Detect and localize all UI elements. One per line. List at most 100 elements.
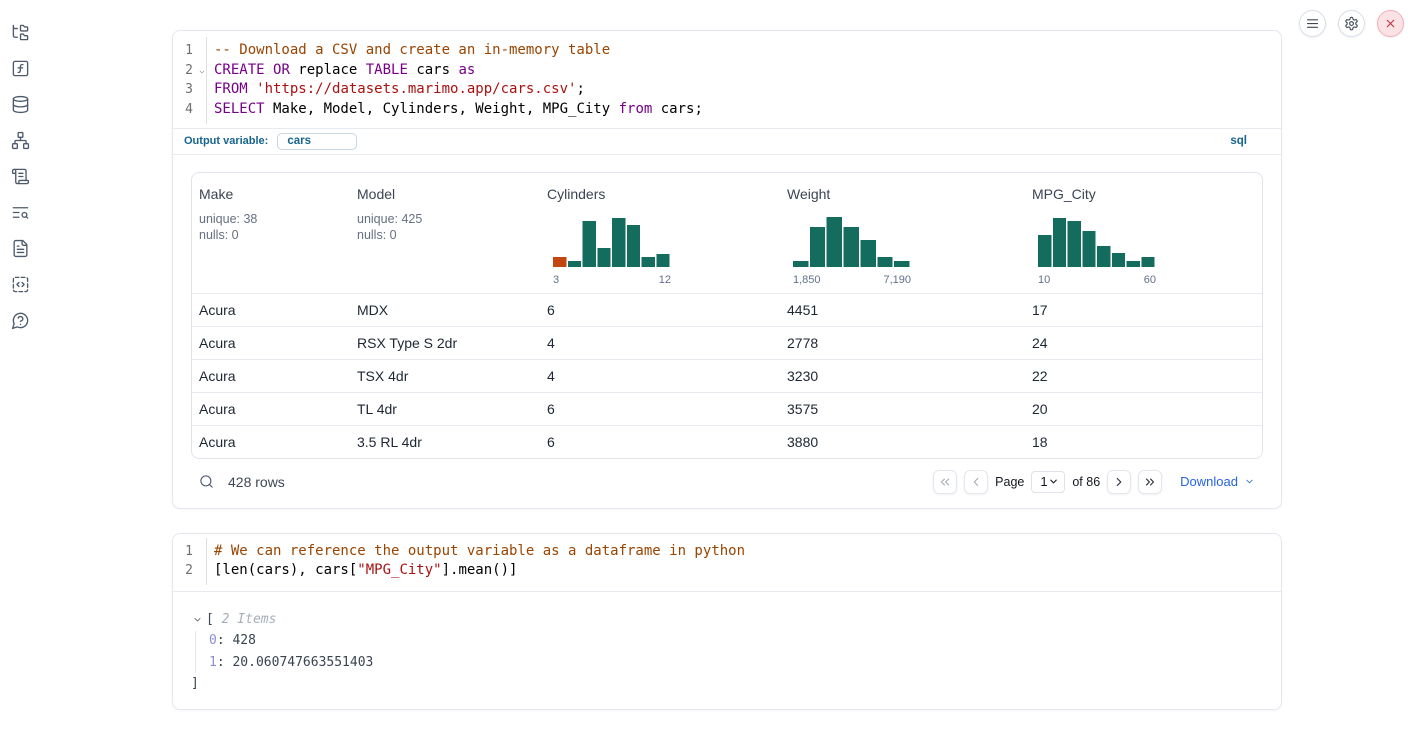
code-line: -- Download a CSV and create an in-memor… — [214, 41, 703, 61]
file-text-icon — [11, 239, 30, 258]
line-number: 1 — [173, 41, 206, 61]
code-line: FROM 'https://datasets.marimo.app/cars.c… — [214, 80, 703, 100]
panel-button-snippets[interactable] — [7, 270, 35, 298]
chevron-left-icon — [969, 475, 983, 489]
column-header-make[interactable]: Makeunique: 38nulls: 0 — [192, 173, 350, 293]
code-token: "MPG_City" — [357, 562, 441, 578]
tree-entry-separator: : — [217, 655, 233, 670]
tree-entry-separator: : — [217, 633, 233, 648]
code-token: ; — [576, 81, 584, 97]
code-token: SELECT — [214, 101, 265, 117]
line-number: 4 — [173, 100, 206, 120]
column-header-cylinders[interactable]: Cylinders 312 — [540, 173, 780, 293]
table-search-button[interactable] — [199, 474, 214, 489]
code-token: Make, Model, Cylinders, Weight, MPG_City — [265, 101, 619, 117]
close-x-icon — [1384, 17, 1397, 30]
code-token: ].mean()] — [442, 562, 518, 578]
column-label: MPG_City — [1032, 186, 1255, 202]
table-cell: 18 — [1025, 426, 1262, 458]
table-row[interactable]: AcuraMDX6445117 — [192, 293, 1262, 326]
column-histogram-cylinders[interactable]: 312 — [553, 213, 671, 286]
code-token: cars — [408, 62, 459, 78]
python-code-editor[interactable]: 12 # We can reference the output variabl… — [173, 534, 1281, 591]
page-select[interactable]: 1 — [1031, 471, 1065, 493]
sql-code-editor[interactable]: 1234 -- Download a CSV and create an in-… — [173, 31, 1281, 129]
column-label: Weight — [787, 186, 1018, 202]
python-cell-output: [ 2 Items 0: 4281: 20.060747663551403 ] — [173, 591, 1281, 709]
first-page-button[interactable] — [933, 470, 957, 494]
panel-button-documentation[interactable] — [7, 234, 35, 262]
tree-root-row[interactable]: [ 2 Items — [191, 609, 1281, 630]
help-circle-icon — [11, 311, 30, 330]
tree-entry-key: 0 — [209, 633, 217, 648]
column-stats: unique: 38nulls: 0 — [199, 211, 343, 243]
table-row[interactable]: AcuraTL 4dr6357520 — [192, 392, 1262, 425]
line-number-text: 3 — [185, 80, 193, 100]
settings-button[interactable] — [1338, 10, 1365, 37]
line-number-gutter: 1234 — [173, 37, 207, 124]
panel-button-help[interactable] — [7, 306, 35, 334]
chevrons-left-icon — [938, 475, 952, 489]
code-token: [len(cars), cars[ — [214, 562, 357, 578]
table-cell: Acura — [192, 426, 350, 458]
column-stat: unique: 38 — [199, 211, 343, 227]
column-header-model[interactable]: Modelunique: 425nulls: 0 — [350, 173, 540, 293]
tree-entry: 1: 20.060747663551403 — [191, 652, 1281, 675]
axis-tick-label: 7,190 — [883, 274, 911, 286]
panel-button-functions[interactable] — [7, 54, 35, 82]
output-variable-label: Output variable: — [184, 135, 268, 147]
function-square-icon — [11, 59, 30, 78]
table-row[interactable]: AcuraRSX Type S 2dr4277824 — [192, 326, 1262, 359]
table-cell: 3880 — [780, 426, 1025, 458]
page-total-label: of 86 — [1072, 475, 1100, 489]
next-page-button[interactable] — [1107, 470, 1131, 494]
table-cell: 20 — [1025, 393, 1262, 425]
previous-page-button[interactable] — [964, 470, 988, 494]
line-number: 2 — [173, 561, 206, 581]
axis-tick-label: 60 — [1144, 274, 1156, 286]
histogram-axis: 10 60 — [1038, 274, 1156, 286]
code-token: replace — [290, 62, 366, 78]
code-token: as — [458, 62, 475, 78]
shutdown-button[interactable] — [1377, 10, 1404, 37]
table-cell: 3.5 RL 4dr — [350, 426, 540, 458]
axis-tick-label: 10 — [1038, 274, 1050, 286]
search-icon — [199, 474, 214, 489]
column-histogram-mpg_city[interactable]: 10 60 — [1038, 213, 1156, 286]
line-number-text: 2 — [185, 61, 193, 81]
column-stat: unique: 425 — [357, 211, 533, 227]
panel-button-file-explorer[interactable] — [7, 18, 35, 46]
column-histogram-weight[interactable]: 1,8507,190 — [793, 213, 911, 286]
table-cell: RSX Type S 2dr — [350, 327, 540, 359]
panel-button-dependencies[interactable] — [7, 126, 35, 154]
column-stat: nulls: 0 — [357, 227, 533, 243]
items-count-label: 2 Items — [214, 612, 277, 627]
column-header-weight[interactable]: Weight 1,8507,190 — [780, 173, 1025, 293]
table-body: AcuraMDX6445117AcuraRSX Type S 2dr427782… — [192, 293, 1262, 458]
panel-button-datasources[interactable] — [7, 90, 35, 118]
page-select-value: 1 — [1040, 474, 1047, 489]
panel-button-outline-search[interactable] — [7, 198, 35, 226]
histogram-axis: 312 — [553, 274, 671, 286]
table-header-row: Makeunique: 38nulls: 0Modelunique: 425nu… — [192, 173, 1262, 293]
menu-button[interactable] — [1299, 10, 1326, 37]
download-button[interactable]: Download — [1180, 474, 1255, 489]
column-header-mpg_city[interactable]: MPG_City 10 60 — [1025, 173, 1262, 293]
output-variable-input[interactable] — [277, 133, 357, 150]
code-token: 'https://datasets.marimo.app/cars.csv' — [256, 81, 576, 97]
output-variable-row: Output variable: sql — [173, 129, 1281, 155]
last-page-button[interactable] — [1138, 470, 1162, 494]
table-row[interactable]: AcuraTSX 4dr4323022 — [192, 359, 1262, 392]
python-cell: 12 # We can reference the output variabl… — [172, 533, 1282, 710]
table-cell: Acura — [192, 294, 350, 326]
code-token: CREATE — [214, 62, 265, 78]
column-label: Cylinders — [547, 186, 773, 202]
text-search-icon — [11, 203, 30, 222]
page-label: Page — [995, 475, 1024, 489]
column-stats: unique: 425nulls: 0 — [357, 211, 533, 243]
panel-button-logs[interactable] — [7, 162, 35, 190]
tree-entry: 0: 428 — [191, 630, 1281, 653]
table-row[interactable]: Acura3.5 RL 4dr6388018 — [192, 425, 1262, 458]
table-cell: 2778 — [780, 327, 1025, 359]
pagination: Page 1 of 86 Download — [933, 470, 1255, 494]
